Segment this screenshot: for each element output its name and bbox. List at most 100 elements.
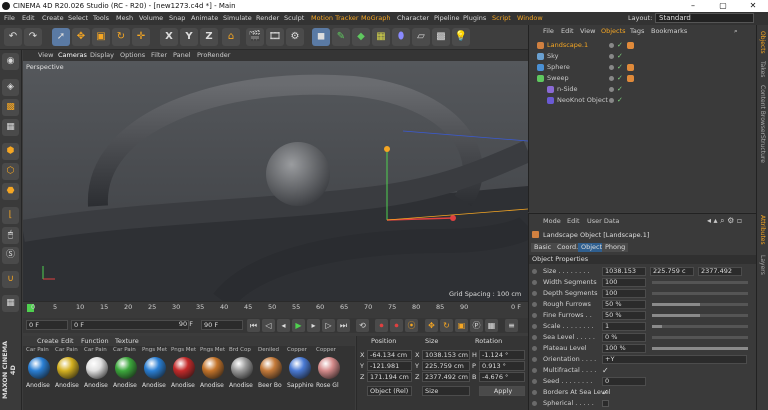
array-button[interactable]: ▦ [372,28,390,46]
goto-start-button[interactable]: ⏮ [247,319,260,332]
attribute-value-field[interactable]: 50 % [602,300,646,309]
rotation-p-field[interactable]: 0.913 ° [479,361,525,371]
vp-menu-options[interactable]: Options [120,50,145,61]
attribute-slider[interactable] [652,347,748,350]
attribute-value-field[interactable]: 50 % [602,311,646,320]
deformer-button[interactable]: ⬮ [392,28,410,46]
attribute-value-field[interactable]: 100 [602,289,646,298]
close-button[interactable]: ✕ [738,0,768,12]
attribute-checkbox[interactable]: ✓ [602,387,609,398]
menu-select[interactable]: Select [68,12,88,25]
mat-menu-texture[interactable]: Texture [115,337,139,345]
attribute-value-field[interactable]: +Y [602,355,747,364]
visibility-dot[interactable] [609,54,614,59]
material-label[interactable]: Anodise [26,382,50,389]
obj-menu-edit[interactable]: Edit [561,27,574,35]
vp-menu-cameras[interactable]: Cameras [58,50,87,61]
viewport-perspective[interactable]: Perspective Grid Spacing : 100 cm [23,61,528,301]
material-swatch[interactable] [260,357,282,379]
obj-menu-file[interactable]: File [543,27,554,35]
menu-character[interactable]: Character [397,12,429,25]
timeline-menu-button[interactable]: ≡ [505,319,518,332]
material-label[interactable]: Anodise [229,382,253,389]
material-swatch[interactable] [231,357,253,379]
enable-check-icon[interactable]: ✓ [617,62,623,73]
prev-key-button[interactable]: ◁ [262,319,275,332]
y-axis-button[interactable]: Y [180,28,198,46]
material-swatch[interactable] [86,357,108,379]
render-settings-button[interactable]: ⚙ [286,28,304,46]
size-mode-select[interactable]: Size [422,386,470,396]
texture-mode-button[interactable]: ▩ [2,99,19,116]
vp-menu-display[interactable]: Display [90,50,114,61]
layout-select[interactable]: Standard [655,13,754,23]
key-rotation-button[interactable]: ↻ [440,319,453,332]
obj-search-icon[interactable]: ⌕ [734,27,738,36]
pen-button[interactable]: ✎ [332,28,350,46]
x-axis-button[interactable]: X [160,28,178,46]
vp-menu-view[interactable]: View [38,50,53,61]
object-row[interactable]: Sweep ✓ [529,73,757,84]
animate-dot[interactable] [532,390,537,395]
magnet-button[interactable]: ∪ [2,271,19,288]
attr-menu-mode[interactable]: Mode [543,217,561,225]
position-z-field[interactable]: 171.194 cm [367,372,412,382]
grid-toggle-button[interactable]: ▦ [2,295,19,312]
mat-menu-edit[interactable]: Edit [61,337,74,345]
preview-end-field[interactable]: 90 F [201,320,243,330]
menu-volume[interactable]: Volume [139,12,163,25]
next-frame-button[interactable]: ▸ [307,319,320,332]
menu-create[interactable]: Create [42,12,64,25]
rotation-b-field[interactable]: -4.676 ° [479,372,525,382]
polygons-mode-button[interactable]: ⬣ [2,183,19,200]
z-axis-button[interactable]: Z [200,28,218,46]
rotation-h-field[interactable]: -1.124 ° [479,350,525,360]
material-tag-icon[interactable] [627,64,634,71]
animate-dot[interactable] [532,379,537,384]
material-swatch[interactable] [202,357,224,379]
coord-mode-select[interactable]: Object (Rel) [367,386,412,396]
enable-check-icon[interactable]: ✓ [617,95,623,106]
attribute-value-field[interactable]: 225.759 c [650,267,694,276]
visibility-dot[interactable] [609,87,614,92]
material-swatch[interactable] [173,357,195,379]
key-pla-button[interactable]: ▦ [485,319,498,332]
move-button[interactable]: ✥ [72,28,90,46]
next-key-button[interactable]: ▷ [322,319,335,332]
redo-button[interactable]: ↷ [24,28,42,46]
vp-menu-prorender[interactable]: ProRender [197,50,230,61]
side-tab-takes[interactable]: Takes [759,61,766,77]
menu-render[interactable]: Render [256,12,279,25]
mat-menu-function[interactable]: Function [81,337,109,345]
obj-menu-tags[interactable]: Tags [630,27,644,35]
subdivision-button[interactable]: ◆ [352,28,370,46]
attribute-slider[interactable] [652,325,748,328]
attr-menu-edit[interactable]: Edit [567,217,580,225]
material-label[interactable]: Anodise [142,382,166,389]
floor-button[interactable]: ▱ [412,28,430,46]
enable-check-icon[interactable]: ✓ [617,73,623,84]
points-mode-button[interactable]: ⬢ [2,143,19,160]
vp-menu-filter[interactable]: Filter [151,50,167,61]
attribute-slider[interactable] [652,292,748,295]
animate-dot[interactable] [532,368,537,373]
menu-window[interactable]: Window [517,12,543,25]
mat-menu-create[interactable]: Create [37,337,59,345]
size-z-field[interactable]: 2377.492 cm [422,372,470,382]
timeline-ruler[interactable]: 0 5 10 15 20 25 30 35 40 45 50 55 60 65 … [23,301,528,318]
side-tab-layers[interactable]: Layers [759,255,766,275]
loop-button[interactable]: ⟲ [356,319,369,332]
attribute-slider[interactable] [652,281,748,284]
side-tab-structure[interactable]: Structure [759,135,766,163]
attribute-value-field[interactable]: 2377.492 [698,267,742,276]
keyframe-selection-button[interactable]: ⦿ [405,319,418,332]
animate-dot[interactable] [532,269,537,274]
animate-dot[interactable] [532,357,537,362]
size-x-field[interactable]: 1038.153 cm [422,350,470,360]
make-editable-button[interactable]: ◉ [2,53,19,70]
menu-mograph[interactable]: MoGraph [361,12,391,25]
attribute-value-field[interactable]: 1038.153 [602,267,646,276]
enable-axis-button[interactable]: ⌊ [2,207,19,224]
side-tab-attributes[interactable]: Attributes [759,215,766,245]
side-tab-content-browser[interactable]: Content Browser [759,85,766,135]
